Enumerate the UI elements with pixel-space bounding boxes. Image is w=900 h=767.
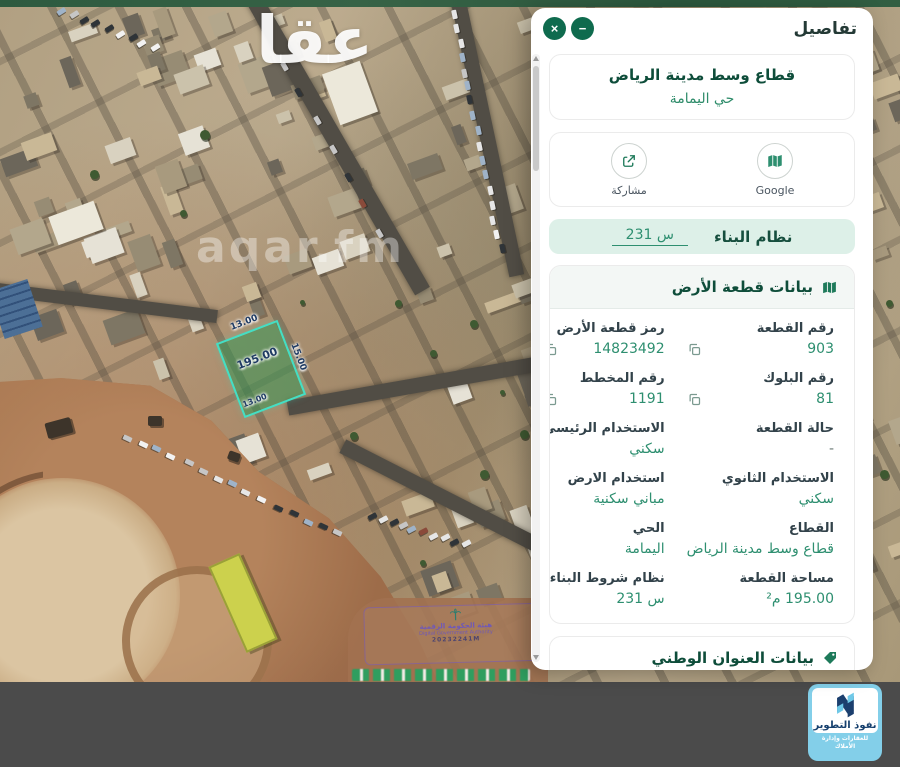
- parcel-data-card: بيانات قطعة الأرض رقم القطعة 903: [549, 265, 855, 624]
- parcel-section-title: بيانات قطعة الأرض: [672, 278, 813, 296]
- building-system-link[interactable]: س 231: [612, 227, 688, 246]
- panel-scrollbar[interactable]: [532, 54, 540, 662]
- share-icon: [611, 143, 647, 179]
- panel-header: تفاصيل × −: [531, 8, 873, 50]
- field-parcel-code: رمز قطعة الأرض 14823492: [549, 321, 665, 363]
- clipped-map-caption: [352, 669, 530, 681]
- field-district: الحي اليمامة: [549, 521, 665, 563]
- nofooth-n-icon: [830, 690, 860, 720]
- field-building-conditions: نظام شروط البناء س 231: [549, 571, 665, 613]
- palm-emblem-icon: [448, 608, 462, 622]
- map-icon: [821, 279, 838, 296]
- field-parcel-status: حالة القطعة -: [687, 421, 834, 463]
- panel-title: تفاصيل: [793, 19, 857, 39]
- field-block-number: رقم البلوك 81: [687, 371, 834, 413]
- parcel-section-header: بيانات قطعة الأرض: [550, 266, 854, 309]
- share-button[interactable]: مشاركة: [556, 143, 702, 197]
- field-land-use: استخدام الارض مباني سكنية: [549, 471, 665, 513]
- close-button[interactable]: ×: [543, 17, 566, 40]
- minimize-button[interactable]: −: [571, 17, 594, 40]
- field-plan-number: رقم المخطط 1191: [549, 371, 665, 413]
- field-secondary-use: الاستخدام الثانوي سكني: [687, 471, 834, 513]
- actions-card: Google مشاركة: [549, 132, 855, 207]
- location-card: قطاع وسط مدينة الرياض حي اليمامة: [549, 54, 855, 120]
- logo-tagline: للعقارات وإدارة الأملاك: [812, 735, 878, 751]
- field-parcel-number: رقم القطعة 903: [687, 321, 834, 363]
- aqar-watermark-small: aqar.fm: [196, 222, 405, 273]
- field-parcel-area: مساحة القطعة 195.00 م²: [687, 571, 834, 613]
- aqar-watermark-large: عقا: [256, 2, 373, 79]
- scrollbar-up-icon[interactable]: [533, 56, 539, 61]
- screen: 13.00 195.00 15.00 13.00 عقا aqar.fm هيئ…: [0, 0, 900, 767]
- google-maps-icon: [757, 143, 793, 179]
- copy-icon[interactable]: [687, 392, 702, 407]
- developer-logo-card[interactable]: نفوذ التطوير للعقارات وإدارة الأملاك: [808, 684, 882, 761]
- field-main-use: الاستخدام الرئيسي سكني: [549, 421, 665, 463]
- copy-icon[interactable]: [687, 342, 702, 357]
- bottom-dark-bar: [0, 682, 900, 767]
- parcel-fields: رقم القطعة 903 رمز قطعة الأرض 14823492: [550, 309, 854, 623]
- scrollbar-down-icon[interactable]: [533, 655, 539, 660]
- tag-icon: [822, 650, 838, 666]
- scrollbar-thumb[interactable]: [533, 66, 539, 171]
- building-system-label: نظام البناء: [714, 228, 792, 246]
- copy-icon[interactable]: [549, 342, 558, 357]
- sector-name: قطاع وسط مدينة الرياض: [560, 66, 844, 84]
- top-green-strip: [0, 0, 900, 7]
- google-maps-button[interactable]: Google: [702, 143, 848, 197]
- digital-government-stamp: هيئة الحكومة الرقمية Digital Government …: [363, 603, 548, 666]
- machinery: [148, 416, 162, 426]
- google-label: Google: [756, 184, 795, 197]
- logo-name: نفوذ التطوير: [812, 720, 878, 732]
- field-sector: القطاع قطاع وسط مدينة الرياض: [687, 521, 834, 563]
- district-name: حي اليمامة: [560, 91, 844, 107]
- address-section-header[interactable]: بيانات العنوان الوطني: [550, 637, 854, 670]
- details-panel: تفاصيل × − قطاع وسط مدينة الرياض حي اليم…: [531, 8, 873, 670]
- address-section-title: بيانات العنوان الوطني: [652, 649, 815, 667]
- share-label: مشاركة: [611, 184, 647, 197]
- copy-icon[interactable]: [549, 392, 558, 407]
- national-address-card[interactable]: بيانات العنوان الوطني: [549, 636, 855, 670]
- logo-inner: نفوذ التطوير: [812, 688, 878, 733]
- building-system-bar: نظام البناء س 231: [549, 219, 855, 254]
